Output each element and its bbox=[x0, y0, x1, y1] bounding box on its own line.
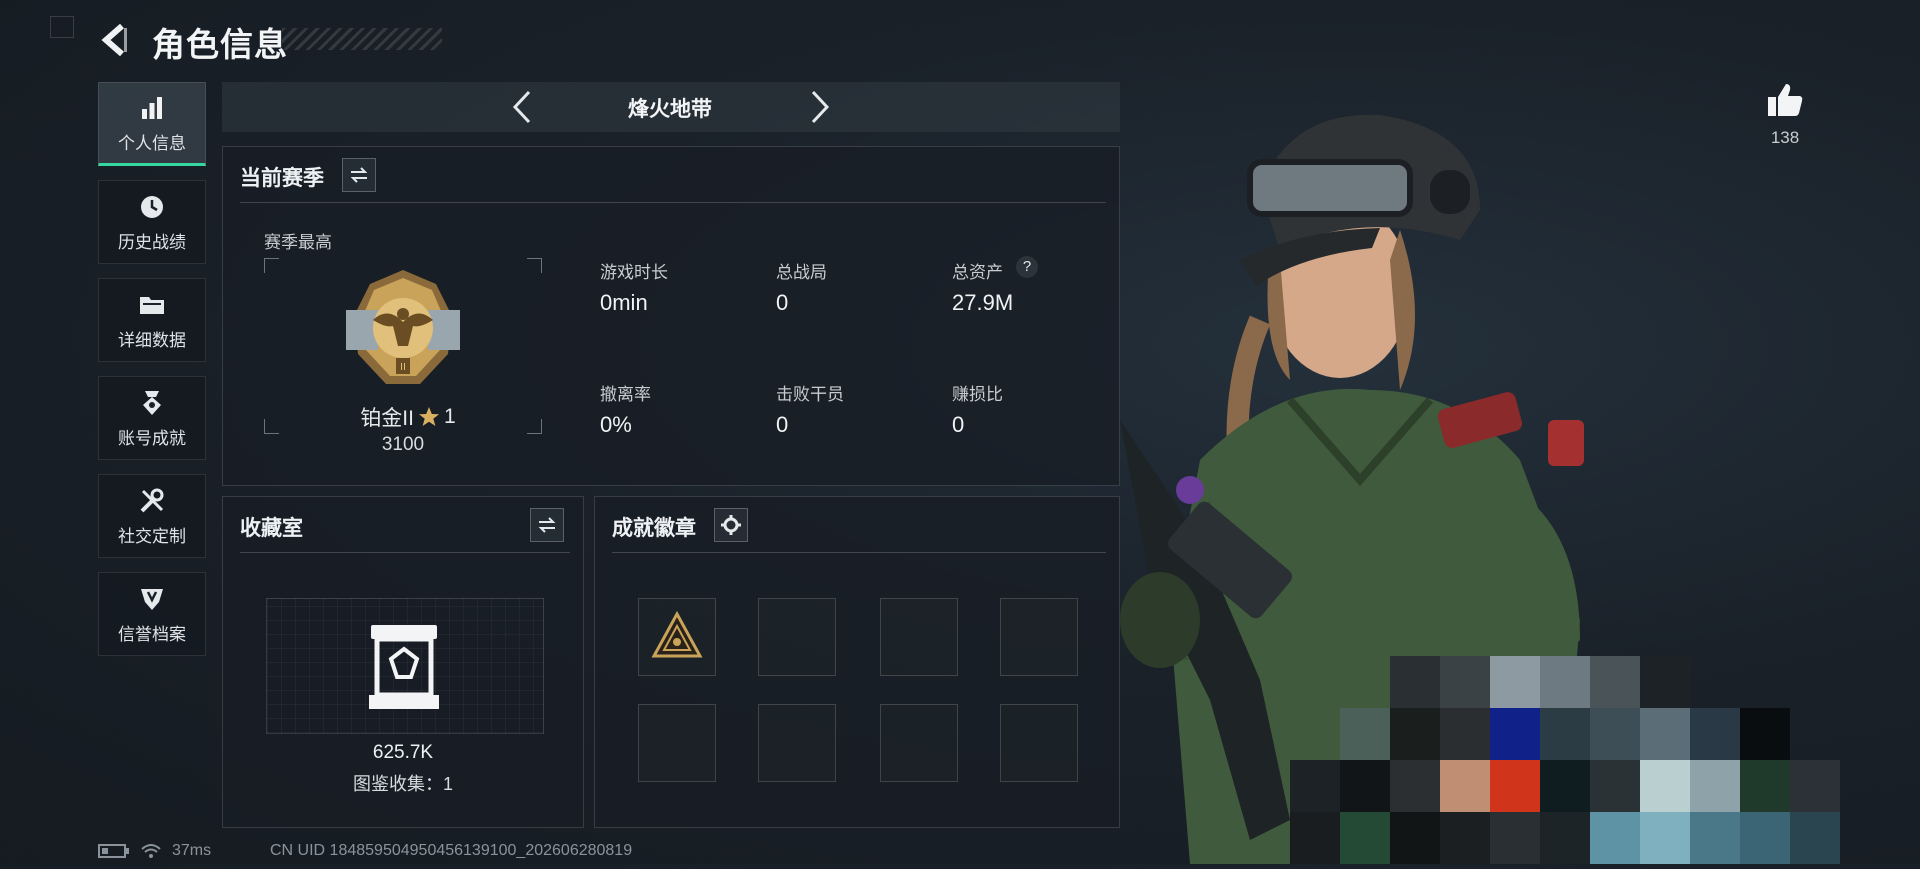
season-switch-button[interactable] bbox=[342, 158, 376, 192]
ping-value: 37ms bbox=[172, 842, 212, 859]
nav-item-personal-info[interactable]: 个人信息 bbox=[98, 82, 206, 166]
uid-text: CN UID 1848595049504561391­00_2026062808… bbox=[270, 842, 633, 859]
nav-item-label: 社交定制 bbox=[118, 526, 186, 546]
badge-slot[interactable] bbox=[758, 598, 836, 676]
badge-slot[interactable] bbox=[880, 704, 958, 782]
status-bar: 37ms bbox=[98, 842, 211, 860]
swap-arrows-icon bbox=[538, 517, 556, 533]
nav-item-credit-file[interactable]: 信誉档案 bbox=[98, 572, 206, 656]
collection-showcase[interactable] bbox=[266, 598, 544, 734]
battery-icon bbox=[98, 844, 129, 858]
back-button[interactable] bbox=[96, 18, 136, 62]
title-decoration bbox=[282, 28, 442, 50]
stat-label-operators-defeated: 击败干员 bbox=[776, 385, 844, 404]
season-panel-title: 当前赛季 bbox=[240, 167, 324, 190]
mode-prev-button[interactable] bbox=[502, 86, 542, 128]
collection-panel-title: 收藏室 bbox=[240, 517, 303, 540]
total-assets-help-button[interactable]: ? bbox=[1016, 256, 1038, 278]
nav-item-label: 信誉档案 bbox=[118, 624, 186, 644]
triangle-eye-badge-icon bbox=[651, 610, 703, 658]
chevron-right-icon bbox=[811, 90, 830, 124]
back-arrow-icon bbox=[101, 23, 127, 57]
achievement-settings-button[interactable] bbox=[714, 508, 748, 542]
stat-label-profit-loss-ratio: 赚损比 bbox=[952, 385, 1003, 404]
page-title: 角色信息 bbox=[152, 26, 288, 63]
badge-slot[interactable] bbox=[880, 598, 958, 676]
collection-value: 625.7K bbox=[372, 742, 434, 763]
badge-slot[interactable] bbox=[638, 598, 716, 676]
stat-value-extract-rate: 0% bbox=[600, 412, 632, 437]
rank-name-row: 铂金II 1 bbox=[348, 402, 468, 432]
nav-item-detailed-data[interactable]: 详细数据 bbox=[98, 278, 206, 362]
achievement-panel-title: 成就徽章 bbox=[612, 517, 696, 540]
nav-item-label: 账号成就 bbox=[118, 428, 186, 448]
rank-emblem: II bbox=[338, 266, 468, 396]
swap-arrows-icon bbox=[350, 167, 368, 183]
panel-divider bbox=[240, 552, 570, 553]
folder-icon bbox=[140, 296, 164, 314]
nav-item-label: 历史战绩 bbox=[118, 232, 186, 252]
stat-label-total-matches: 总战局 bbox=[776, 263, 827, 282]
corner-frame bbox=[50, 16, 74, 38]
gear-icon bbox=[721, 515, 741, 535]
history-clock-icon bbox=[141, 195, 163, 218]
star-icon bbox=[418, 407, 439, 426]
credit-shield-icon bbox=[141, 588, 163, 610]
season-best-label: 赛季最高 bbox=[264, 233, 332, 252]
nav-item-history[interactable]: 历史战绩 bbox=[98, 180, 206, 264]
thumbs-up-icon bbox=[1768, 84, 1803, 116]
rank-stars: 1 bbox=[443, 405, 456, 428]
stat-value-operators-defeated: 0 bbox=[776, 412, 789, 437]
collection-switch-button[interactable] bbox=[530, 508, 564, 542]
badge-slot[interactable] bbox=[638, 704, 716, 782]
nav-item-label: 详细数据 bbox=[118, 330, 186, 350]
mode-label: 烽火地带 bbox=[628, 98, 712, 121]
pixelated-mosaic bbox=[1290, 656, 1920, 864]
stat-value-play-time: 0min bbox=[600, 290, 648, 315]
panel-divider bbox=[240, 202, 1106, 203]
chevron-left-icon bbox=[512, 90, 531, 124]
wifi-icon bbox=[141, 844, 161, 858]
achievement-medal-icon bbox=[143, 390, 161, 415]
bar-chart-icon bbox=[142, 96, 162, 119]
stat-value-total-assets: 27.9M bbox=[952, 290, 1014, 315]
rank-score: 3100 bbox=[381, 434, 425, 455]
nav-item-social-custom[interactable]: 社交定制 bbox=[98, 474, 206, 558]
nav-item-label: 个人信息 bbox=[118, 133, 186, 153]
stat-label-play-time: 游戏时长 bbox=[600, 263, 668, 282]
collection-cabinet-icon bbox=[369, 625, 439, 709]
like-count: 138 bbox=[1770, 128, 1800, 147]
platinum-eagle-emblem-icon: II bbox=[346, 270, 460, 384]
stat-label-total-assets: 总资产 bbox=[952, 263, 1003, 282]
svg-text:II: II bbox=[400, 362, 406, 373]
wrench-tools-icon bbox=[140, 488, 164, 512]
stat-value-profit-loss-ratio: 0 bbox=[952, 412, 965, 437]
nav-item-account-achievements[interactable]: 账号成就 bbox=[98, 376, 206, 460]
badge-slot[interactable] bbox=[758, 704, 836, 782]
like-button[interactable] bbox=[1762, 78, 1808, 122]
mode-next-button[interactable] bbox=[800, 86, 840, 128]
catalog-count: 图鉴收集：1 bbox=[352, 774, 453, 794]
panel-divider bbox=[612, 552, 1106, 553]
rank-name: 铂金II bbox=[360, 407, 414, 430]
stat-label-extract-rate: 撤离率 bbox=[600, 385, 651, 404]
stat-value-total-matches: 0 bbox=[776, 290, 789, 315]
